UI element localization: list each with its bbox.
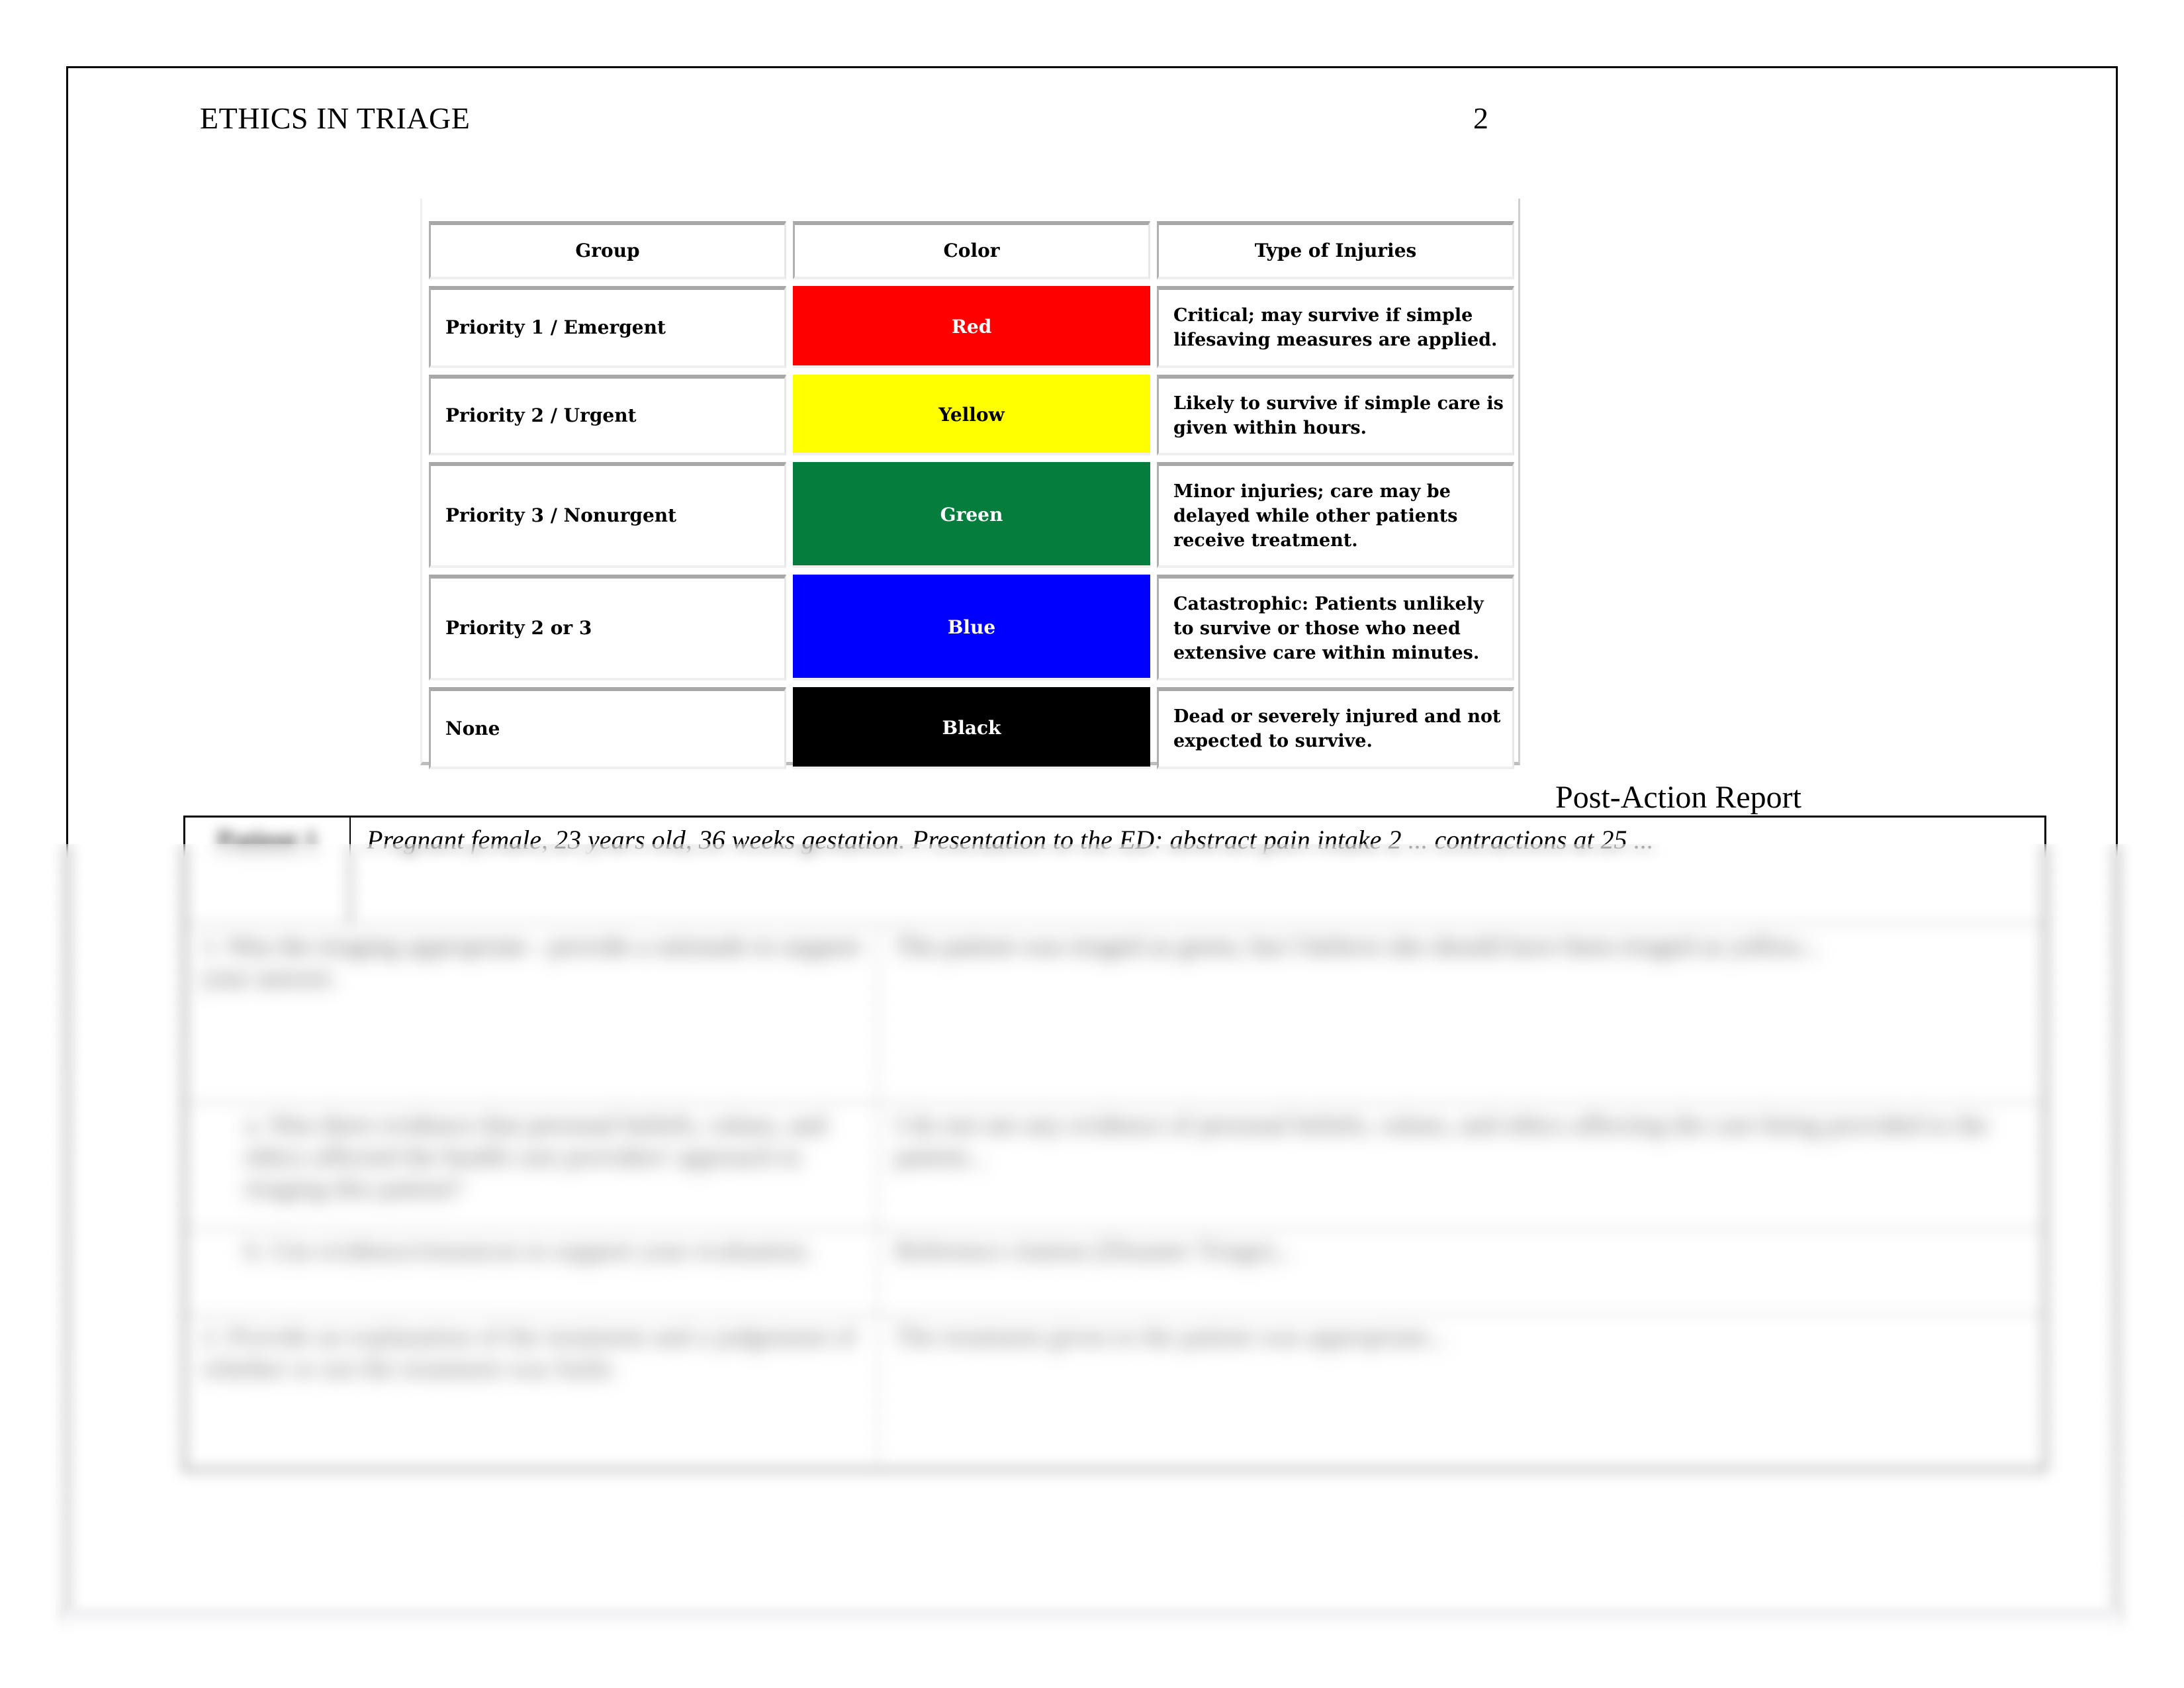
column-divider (877, 1228, 878, 1314)
page-number: 2 (1473, 101, 1488, 135)
table-row: b. Use evidence/resources to support you… (185, 1228, 2044, 1315)
patient-label: Patient 1 (216, 825, 318, 855)
triage-color-figure: Group Color Type of Injuries Priority 1 … (420, 199, 1520, 769)
row-injuries: Dead or severely injured and not expecte… (1157, 687, 1514, 769)
case-summary: Pregnant female, 23 years old, 36 weeks … (367, 825, 1654, 855)
table-row: 1. Was the triaging appropriate - provid… (185, 923, 2044, 1103)
row-group: None (429, 687, 786, 769)
running-head: ETHICS IN TRIAGE (200, 101, 471, 135)
question-answer: I do not see any evidence of personal be… (895, 1109, 1988, 1171)
row-injuries: Critical; may survive if simple lifesavi… (1157, 286, 1514, 368)
row-group: Priority 1 / Emergent (429, 286, 786, 368)
triage-table: Group Color Type of Injuries Priority 1 … (429, 221, 1514, 769)
header-color: Color (793, 221, 1150, 279)
table-row: Patient 1 Pregnant female, 23 years old,… (185, 818, 2044, 925)
question-answer: Reference citation (Disaster Triage)... (895, 1235, 1294, 1265)
question-label: 1. Was the triaging appropriate - provid… (201, 931, 861, 992)
row-group: Priority 2 or 3 (429, 575, 786, 680)
row-injuries: Likely to survive if simple care is give… (1157, 375, 1514, 455)
page-shadow (63, 1609, 2121, 1628)
row-injuries: Minor injuries; care may be delayed whil… (1157, 462, 1514, 568)
row-injuries: Catastrophic: Patients unlikely to survi… (1157, 575, 1514, 680)
row-group: Priority 2 / Urgent (429, 375, 786, 455)
table-row: 2. Provide an explanation of the treatme… (185, 1314, 2044, 1470)
report-title: Post-Action Report (1555, 780, 1801, 815)
header-group: Group (429, 221, 786, 279)
question-answer: The treatment given to the patient was a… (895, 1321, 1448, 1351)
question-label: b. Use evidence/resources to support you… (245, 1235, 813, 1265)
color-swatch: Green (793, 462, 1150, 568)
color-swatch: Black (793, 687, 1150, 769)
color-swatch: Yellow (793, 375, 1150, 455)
table-row: a. Was there evidence that personal beli… (185, 1102, 2044, 1229)
column-divider (877, 1102, 878, 1228)
column-divider (877, 923, 878, 1102)
question-label: 2. Provide an explanation of the treatme… (201, 1321, 856, 1383)
header-injuries: Type of Injuries (1157, 221, 1514, 279)
question-answer: The patient was triaged as green, but I … (895, 931, 1821, 961)
question-label: a. Was there evidence that personal beli… (245, 1109, 827, 1203)
color-swatch: Red (793, 286, 1150, 368)
post-action-report-table: Patient 1 Pregnant female, 23 years old,… (183, 816, 2046, 1471)
column-divider (877, 1314, 878, 1470)
figure-caption-cropped (720, 204, 1216, 211)
row-group: Priority 3 / Nonurgent (429, 462, 786, 568)
color-swatch: Blue (793, 575, 1150, 680)
